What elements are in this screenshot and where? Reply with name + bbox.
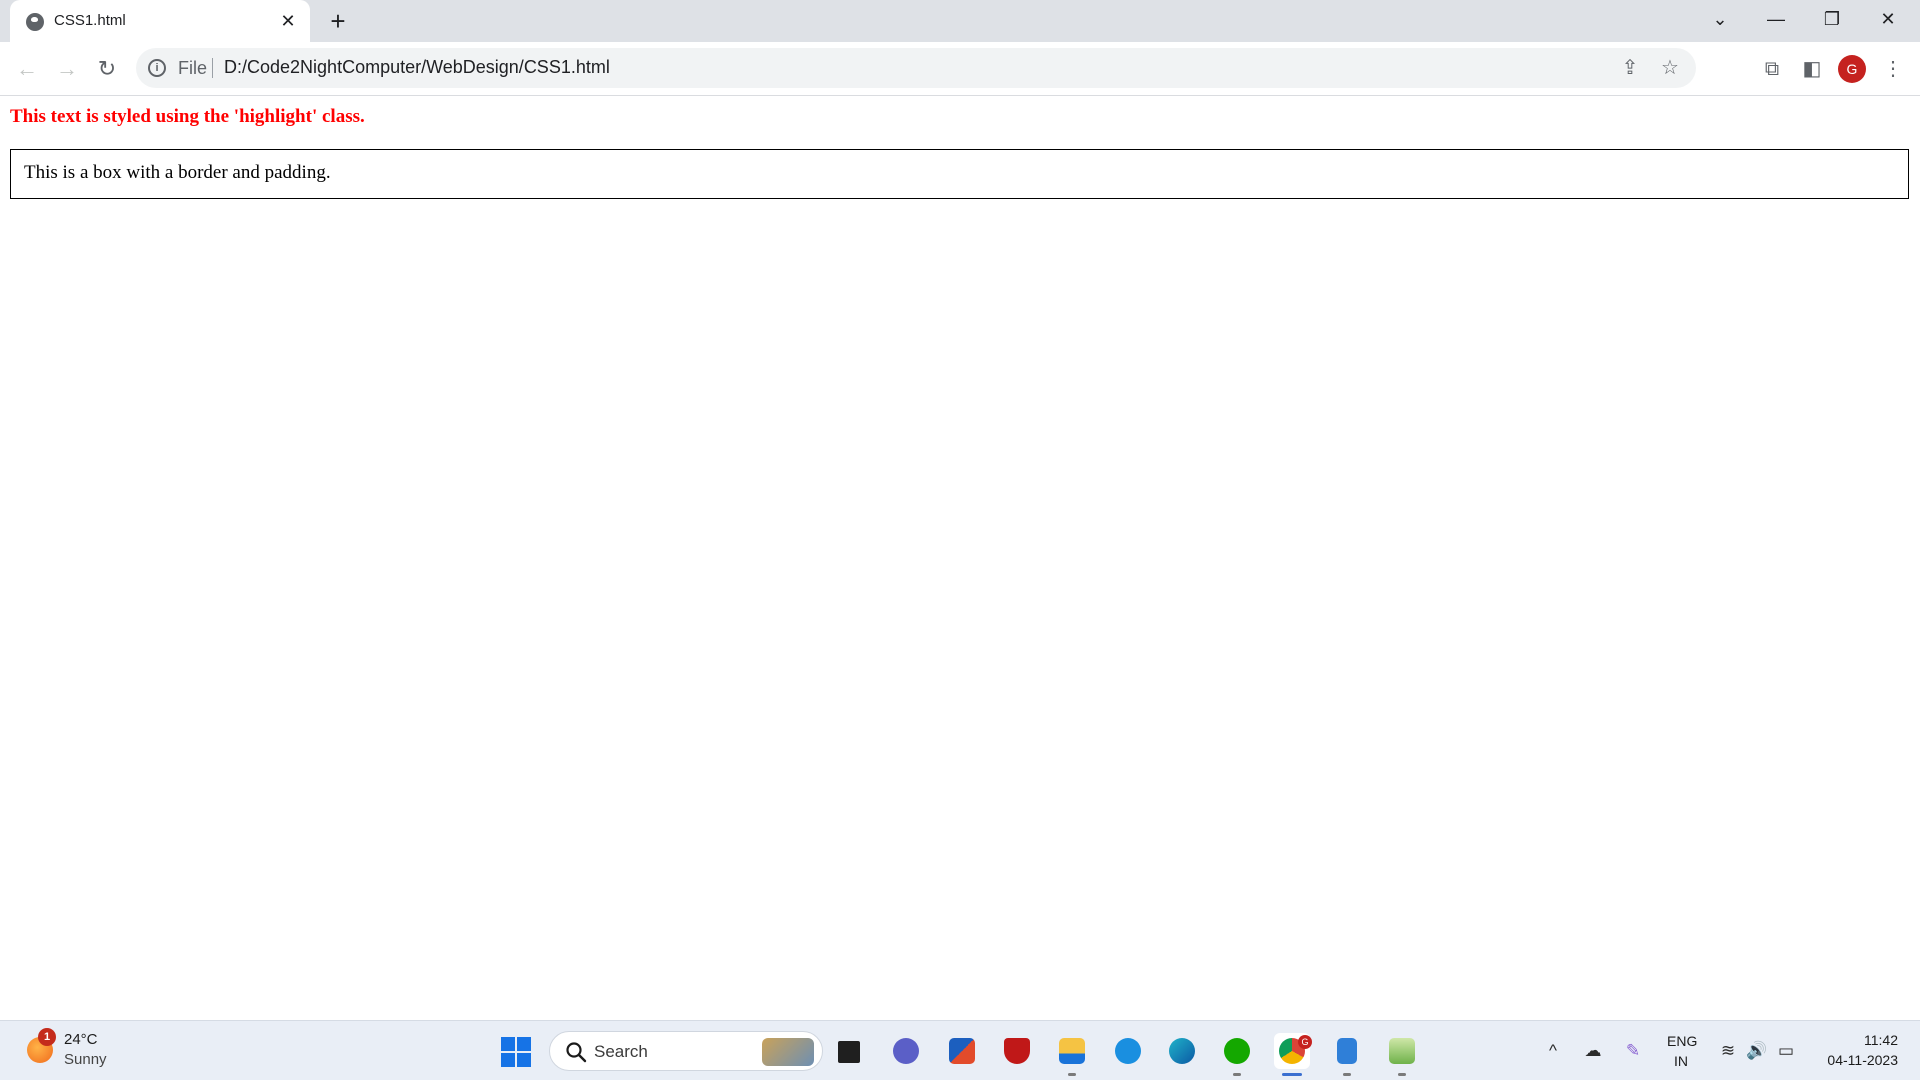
search-highlight-image	[762, 1038, 814, 1066]
tab-search-icon[interactable]: ⌄	[1692, 0, 1748, 40]
weather-temperature[interactable]: 24°C	[64, 1031, 98, 1048]
weather-condition[interactable]: Sunny	[64, 1051, 107, 1068]
chrome-profile-badge: G	[1298, 1035, 1312, 1049]
side-panel-icon[interactable]: ◧	[1797, 54, 1827, 84]
language-indicator[interactable]: ENG	[1667, 1033, 1697, 1049]
restore-button[interactable]: ❐	[1804, 0, 1860, 40]
highlight-paragraph: This text is styled using the 'highlight…	[10, 106, 365, 127]
share-icon[interactable]: ⇪	[1618, 56, 1642, 80]
forward-button[interactable]: →	[49, 51, 85, 87]
search-placeholder: Search	[594, 1042, 648, 1061]
weather-notification-badge: 1	[38, 1028, 56, 1046]
menu-icon[interactable]: ⋮	[1878, 54, 1908, 84]
window-close-button[interactable]: ✕	[1860, 0, 1916, 40]
tab-strip: CSS1.html ✕ + ⌄ — ❐ ✕	[0, 0, 1920, 42]
tab-title: CSS1.html	[54, 12, 126, 29]
microsoft-store-icon[interactable]	[944, 1033, 980, 1069]
taskbar-search[interactable]: Search	[549, 1031, 823, 1071]
language-region[interactable]: IN	[1674, 1053, 1688, 1069]
file-explorer-icon[interactable]	[1054, 1033, 1090, 1076]
scheme-label: File	[178, 58, 208, 78]
url-text[interactable]: D:/Code2NightComputer/WebDesign/CSS1.htm…	[224, 57, 610, 78]
mcafee-icon[interactable]	[999, 1033, 1035, 1069]
minimize-button[interactable]: —	[1748, 0, 1804, 40]
search-icon	[566, 1042, 587, 1063]
browser-toolbar: ← → ↻ i File D:/Code2NightComputer/WebDe…	[0, 42, 1920, 96]
new-tab-button[interactable]: +	[324, 6, 352, 36]
omnibox-divider	[212, 58, 213, 78]
clock-date[interactable]: 04-11-2023	[1818, 1052, 1898, 1068]
volume-icon[interactable]: 🔊	[1745, 1039, 1769, 1063]
globe-icon	[26, 13, 44, 31]
address-bar[interactable]: i File D:/Code2NightComputer/WebDesign/C…	[136, 48, 1696, 88]
back-button[interactable]: ←	[9, 51, 45, 87]
wifi-icon[interactable]: ≋	[1716, 1039, 1740, 1063]
task-view-app-icon[interactable]	[831, 1033, 867, 1069]
chrome-app-icon[interactable]: G	[1274, 1033, 1312, 1076]
edge-browser-icon[interactable]	[1164, 1033, 1200, 1069]
teams-app-icon[interactable]	[888, 1033, 924, 1069]
pen-icon[interactable]: ✎	[1621, 1039, 1645, 1063]
clock-time[interactable]: 11:42	[1858, 1032, 1898, 1048]
site-info-icon[interactable]: i	[148, 59, 166, 77]
battery-icon[interactable]: ▭	[1774, 1039, 1798, 1063]
browser-tab-active[interactable]: CSS1.html ✕	[10, 0, 310, 42]
bookmark-star-icon[interactable]: ☆	[1658, 56, 1682, 80]
reload-button[interactable]: ↻	[89, 51, 125, 87]
notepad-icon[interactable]	[1329, 1033, 1365, 1076]
cloud-icon[interactable]: ☁	[1581, 1039, 1605, 1063]
page-viewport: This text is styled using the 'highlight…	[0, 96, 1920, 1020]
show-hidden-icons-chevron[interactable]: ^	[1541, 1039, 1565, 1063]
notepad-plus-plus-icon[interactable]	[1384, 1033, 1420, 1076]
upwork-icon[interactable]	[1219, 1033, 1255, 1076]
windows-taskbar: 1 24°C Sunny Search G ^ ☁ ✎ ENG IN ≋ 🔊 ▭…	[0, 1020, 1920, 1080]
windows-start-icon[interactable]	[501, 1037, 531, 1067]
profile-avatar[interactable]: G	[1838, 55, 1866, 83]
bordered-box: This is a box with a border and padding.	[10, 149, 1909, 199]
close-tab-icon[interactable]: ✕	[276, 9, 300, 33]
extensions-icon[interactable]: ⧉	[1757, 54, 1787, 84]
get-help-icon[interactable]	[1110, 1033, 1146, 1069]
